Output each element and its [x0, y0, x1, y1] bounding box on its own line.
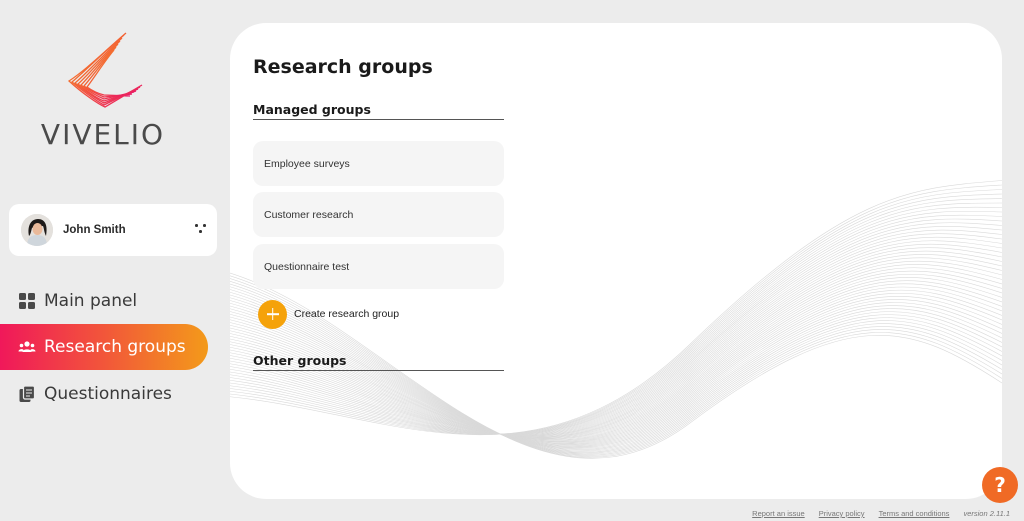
footer: Report an issue Privacy policy Terms and… [752, 509, 1010, 518]
brand-logo[interactable]: VIVELIO [38, 32, 168, 151]
nav-item-research-groups[interactable]: Research groups [0, 324, 208, 370]
create-research-group-button[interactable]: Create research group [258, 299, 399, 329]
more-options-icon[interactable] [195, 224, 207, 236]
logo-mark-icon [67, 32, 143, 108]
group-card-label: Customer research [264, 208, 354, 221]
group-card-label: Employee surveys [264, 157, 350, 170]
main-panel: Research groups Managed groups Employee … [230, 23, 1002, 499]
group-card[interactable]: Employee surveys [253, 141, 504, 186]
group-card[interactable]: Questionnaire test [253, 244, 504, 289]
version-label: version 2.11.1 [963, 509, 1010, 518]
help-button[interactable]: ? [982, 467, 1018, 503]
brand-name: VIVELIO [40, 118, 166, 151]
create-research-group-label: Create research group [294, 308, 400, 320]
user-card[interactable]: John Smith [9, 204, 217, 256]
copy-icon [18, 385, 36, 403]
plus-icon [258, 299, 287, 329]
nav-item-label: Research groups [44, 337, 186, 357]
managed-groups-heading: Managed groups [253, 102, 504, 120]
nav-item-label: Main panel [44, 291, 138, 311]
group-card[interactable]: Customer research [253, 192, 504, 237]
people-icon [18, 338, 36, 356]
privacy-policy-link[interactable]: Privacy policy [819, 509, 865, 518]
nav-item-main-panel[interactable]: Main panel [0, 278, 208, 324]
terms-link[interactable]: Terms and conditions [879, 509, 950, 518]
user-name: John Smith [63, 224, 126, 236]
nav-item-questionnaires[interactable]: Questionnaires [0, 371, 208, 417]
dashboard-icon [18, 292, 36, 310]
nav-item-label: Questionnaires [44, 384, 172, 404]
other-groups-heading: Other groups [253, 353, 504, 371]
page-title: Research groups [253, 56, 433, 78]
sidebar: VIVELIO John Smith Main panel Research g… [0, 0, 230, 521]
report-issue-link[interactable]: Report an issue [752, 509, 805, 518]
group-card-label: Questionnaire test [264, 260, 350, 273]
avatar [21, 214, 53, 246]
